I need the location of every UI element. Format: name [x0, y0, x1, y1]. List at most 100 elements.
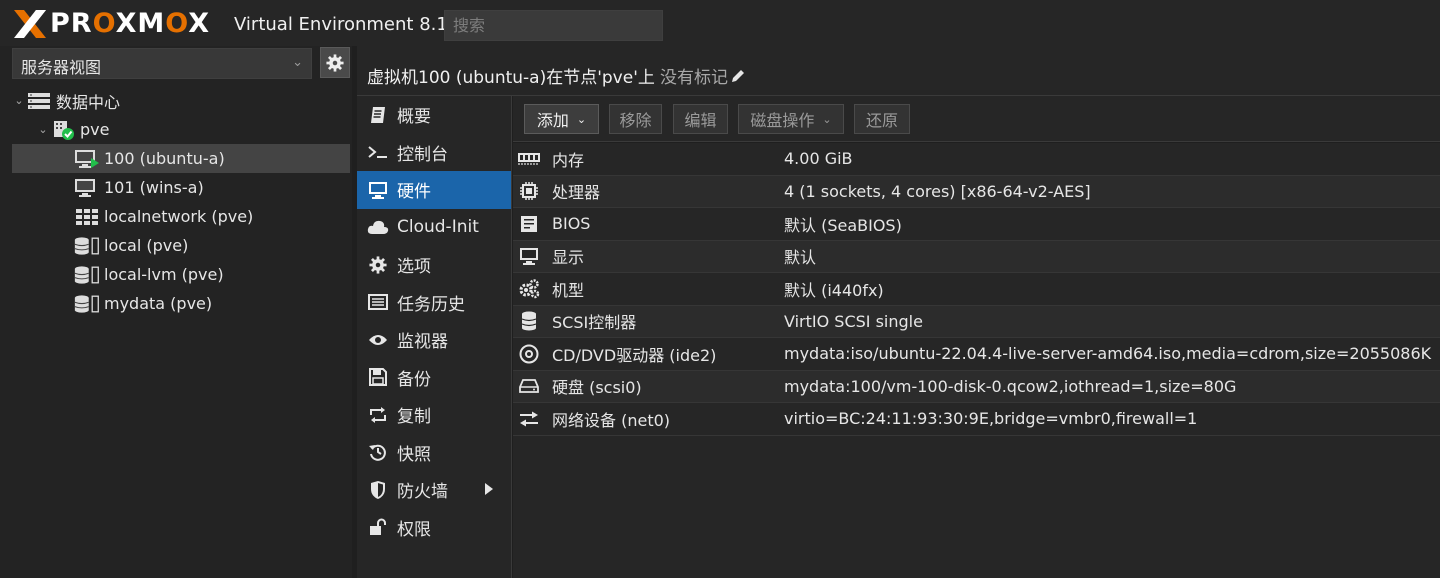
hardware-value: virtio=BC:24:11:93:30:9E,bridge=vmbr0,fi…: [784, 409, 1198, 429]
hardware-key: 硬盘 (scsi0): [552, 378, 642, 398]
remove-button-label: 移除: [619, 111, 652, 130]
tree-item-vm-100[interactable]: 100 (ubuntu-a): [12, 144, 350, 173]
hardware-row-display[interactable]: 显示 默认: [513, 240, 1440, 273]
harddisk-icon: [514, 375, 544, 397]
chevron-down-icon: ⌄: [822, 112, 832, 126]
add-button[interactable]: 添加 ⌄: [524, 104, 599, 134]
vm-stopped-icon: [74, 177, 100, 199]
top-header: PROXMOX Virtual Environment 8.1.3: [0, 0, 1440, 46]
nav-item-label: 复制: [397, 407, 431, 428]
tree-item-datacenter[interactable]: ⌄ 数据中心: [12, 86, 350, 115]
resource-tree: ⌄ 数据中心 ⌄ pve 100 (ubuntu-a) 101 (wins-a)…: [12, 86, 350, 318]
hardware-row-scsi-controller[interactable]: SCSI控制器 VirtIO SCSI single: [513, 305, 1440, 338]
nav-item-firewall[interactable]: 防火墙: [357, 471, 511, 509]
submenu-arrow-icon[interactable]: [485, 483, 493, 495]
hardware-row-memory[interactable]: 内存 4.00 GiB: [513, 143, 1440, 176]
tree-item-label: local-lvm (pve): [104, 265, 224, 284]
hardware-value: 默认: [784, 248, 817, 268]
nav-item-replication[interactable]: 复制: [357, 396, 511, 434]
hardware-key: 内存: [552, 150, 585, 170]
hardware-value: 默认 (SeaBIOS): [784, 215, 902, 235]
display-icon: [514, 245, 544, 267]
tree-item-storage-mydata[interactable]: mydata (pve): [12, 289, 350, 318]
replication-icon: [367, 405, 389, 425]
nav-item-label: 硬件: [397, 182, 431, 203]
nav-item-backup[interactable]: 备份: [357, 359, 511, 397]
hardware-icon: [367, 180, 389, 200]
hardware-row-processor[interactable]: 处理器 4 (1 sockets, 4 cores) [x86-64-v2-AE…: [513, 175, 1440, 208]
hardware-key: 显示: [552, 248, 585, 268]
nav-item-console[interactable]: 控制台: [357, 134, 511, 172]
nav-item-permissions[interactable]: 权限: [357, 509, 511, 547]
tree-item-label: localnetwork (pve): [104, 207, 254, 226]
network-arrows-icon: [514, 408, 544, 430]
hardware-key: 处理器: [552, 183, 601, 203]
nav-item-cloud-init[interactable]: Cloud-Init: [357, 209, 511, 247]
hardware-row-harddisk[interactable]: 硬盘 (scsi0) mydata:100/vm-100-disk-0.qcow…: [513, 370, 1440, 403]
storage-icon: [74, 293, 100, 315]
collapse-chevron-icon[interactable]: ⌄: [12, 94, 26, 107]
disk-action-button[interactable]: 磁盘操作 ⌄: [738, 104, 844, 134]
machine-gears-icon: [514, 278, 544, 300]
hardware-key: SCSI控制器: [552, 313, 637, 333]
hardware-row-cdrom[interactable]: CD/DVD驱动器 (ide2) mydata:iso/ubuntu-22.04…: [513, 338, 1440, 371]
nav-item-task-history[interactable]: 任务历史: [357, 284, 511, 322]
tree-item-vm-101[interactable]: 101 (wins-a): [12, 173, 350, 202]
collapse-chevron-icon[interactable]: ⌄: [36, 123, 50, 136]
hardware-key: BIOS: [552, 214, 591, 234]
nav-item-options[interactable]: 选项: [357, 246, 511, 284]
node-online-icon: [50, 119, 76, 141]
scsi-database-icon: [514, 310, 544, 332]
chevron-down-icon: ⌄: [292, 55, 303, 70]
backup-floppy-icon: [367, 367, 389, 387]
hardware-value: VirtIO SCSI single: [784, 311, 923, 331]
pencil-icon[interactable]: [730, 68, 746, 84]
nav-item-snapshots[interactable]: 快照: [357, 434, 511, 472]
proxmox-x-logo-icon: [14, 10, 46, 38]
hardware-row-bios[interactable]: BIOS 默认 (SeaBIOS): [513, 208, 1440, 241]
nav-item-label: 概要: [397, 107, 431, 128]
proxmox-logo[interactable]: PROXMOX: [12, 8, 210, 40]
hardware-row-machine[interactable]: 机型 默认 (i440fx): [513, 273, 1440, 306]
server-view-select[interactable]: 服务器视图 ⌄: [12, 48, 312, 79]
cdrom-icon: [514, 343, 544, 365]
hardware-row-network[interactable]: 网络设备 (net0) virtio=BC:24:11:93:30:9E,bri…: [513, 403, 1440, 436]
chevron-down-icon: ⌄: [576, 112, 587, 126]
storage-icon: [74, 235, 100, 257]
hardware-value: 4 (1 sockets, 4 cores) [x86-64-v2-AES]: [784, 181, 1091, 201]
datacenter-icon: [26, 90, 52, 112]
tree-item-storage-local[interactable]: local (pve): [12, 231, 350, 260]
revert-button[interactable]: 还原: [854, 104, 910, 134]
nav-item-hardware[interactable]: 硬件: [357, 171, 511, 209]
tags-edit[interactable]: 没有标记: [660, 63, 746, 88]
nav-item-label: 防火墙: [397, 482, 448, 503]
nav-item-monitor[interactable]: 监视器: [357, 321, 511, 359]
memory-icon: [514, 148, 544, 170]
summary-icon: [367, 105, 389, 125]
tree-item-localnetwork[interactable]: localnetwork (pve): [12, 202, 350, 231]
vm-nav-menu: 概要 控制台 硬件 Cloud-Init 选项 任务历史 监视器 备份 复制 快…: [357, 96, 512, 578]
nav-item-label: 控制台: [397, 144, 448, 165]
search-input[interactable]: [444, 10, 663, 41]
tree-item-node-pve[interactable]: ⌄ pve: [12, 115, 350, 144]
nav-item-summary[interactable]: 概要: [357, 96, 511, 134]
tree-item-storage-local-lvm[interactable]: local-lvm (pve): [12, 260, 350, 289]
remove-button[interactable]: 移除: [609, 104, 662, 134]
server-view-label: 服务器视图: [21, 58, 102, 77]
nav-item-label: 监视器: [397, 332, 448, 353]
cloud-icon: [367, 217, 389, 237]
hardware-key: 机型: [552, 280, 585, 300]
page-title: 虚拟机100 (ubuntu-a)在节点'pve'上: [367, 68, 655, 88]
nav-item-label: Cloud-Init: [397, 217, 479, 238]
revert-button-label: 还原: [865, 111, 898, 130]
tree-item-label: 101 (wins-a): [104, 178, 204, 197]
tree-item-label: local (pve): [104, 236, 189, 255]
edit-button[interactable]: 编辑: [673, 104, 728, 134]
options-gear-icon: [367, 255, 389, 275]
permissions-unlock-icon: [367, 517, 389, 537]
tree-settings-button[interactable]: [320, 47, 350, 78]
cpu-icon: [514, 180, 544, 202]
nav-item-label: 快照: [397, 444, 431, 465]
tree-item-label: 100 (ubuntu-a): [104, 149, 225, 168]
snapshot-history-icon: [367, 442, 389, 462]
